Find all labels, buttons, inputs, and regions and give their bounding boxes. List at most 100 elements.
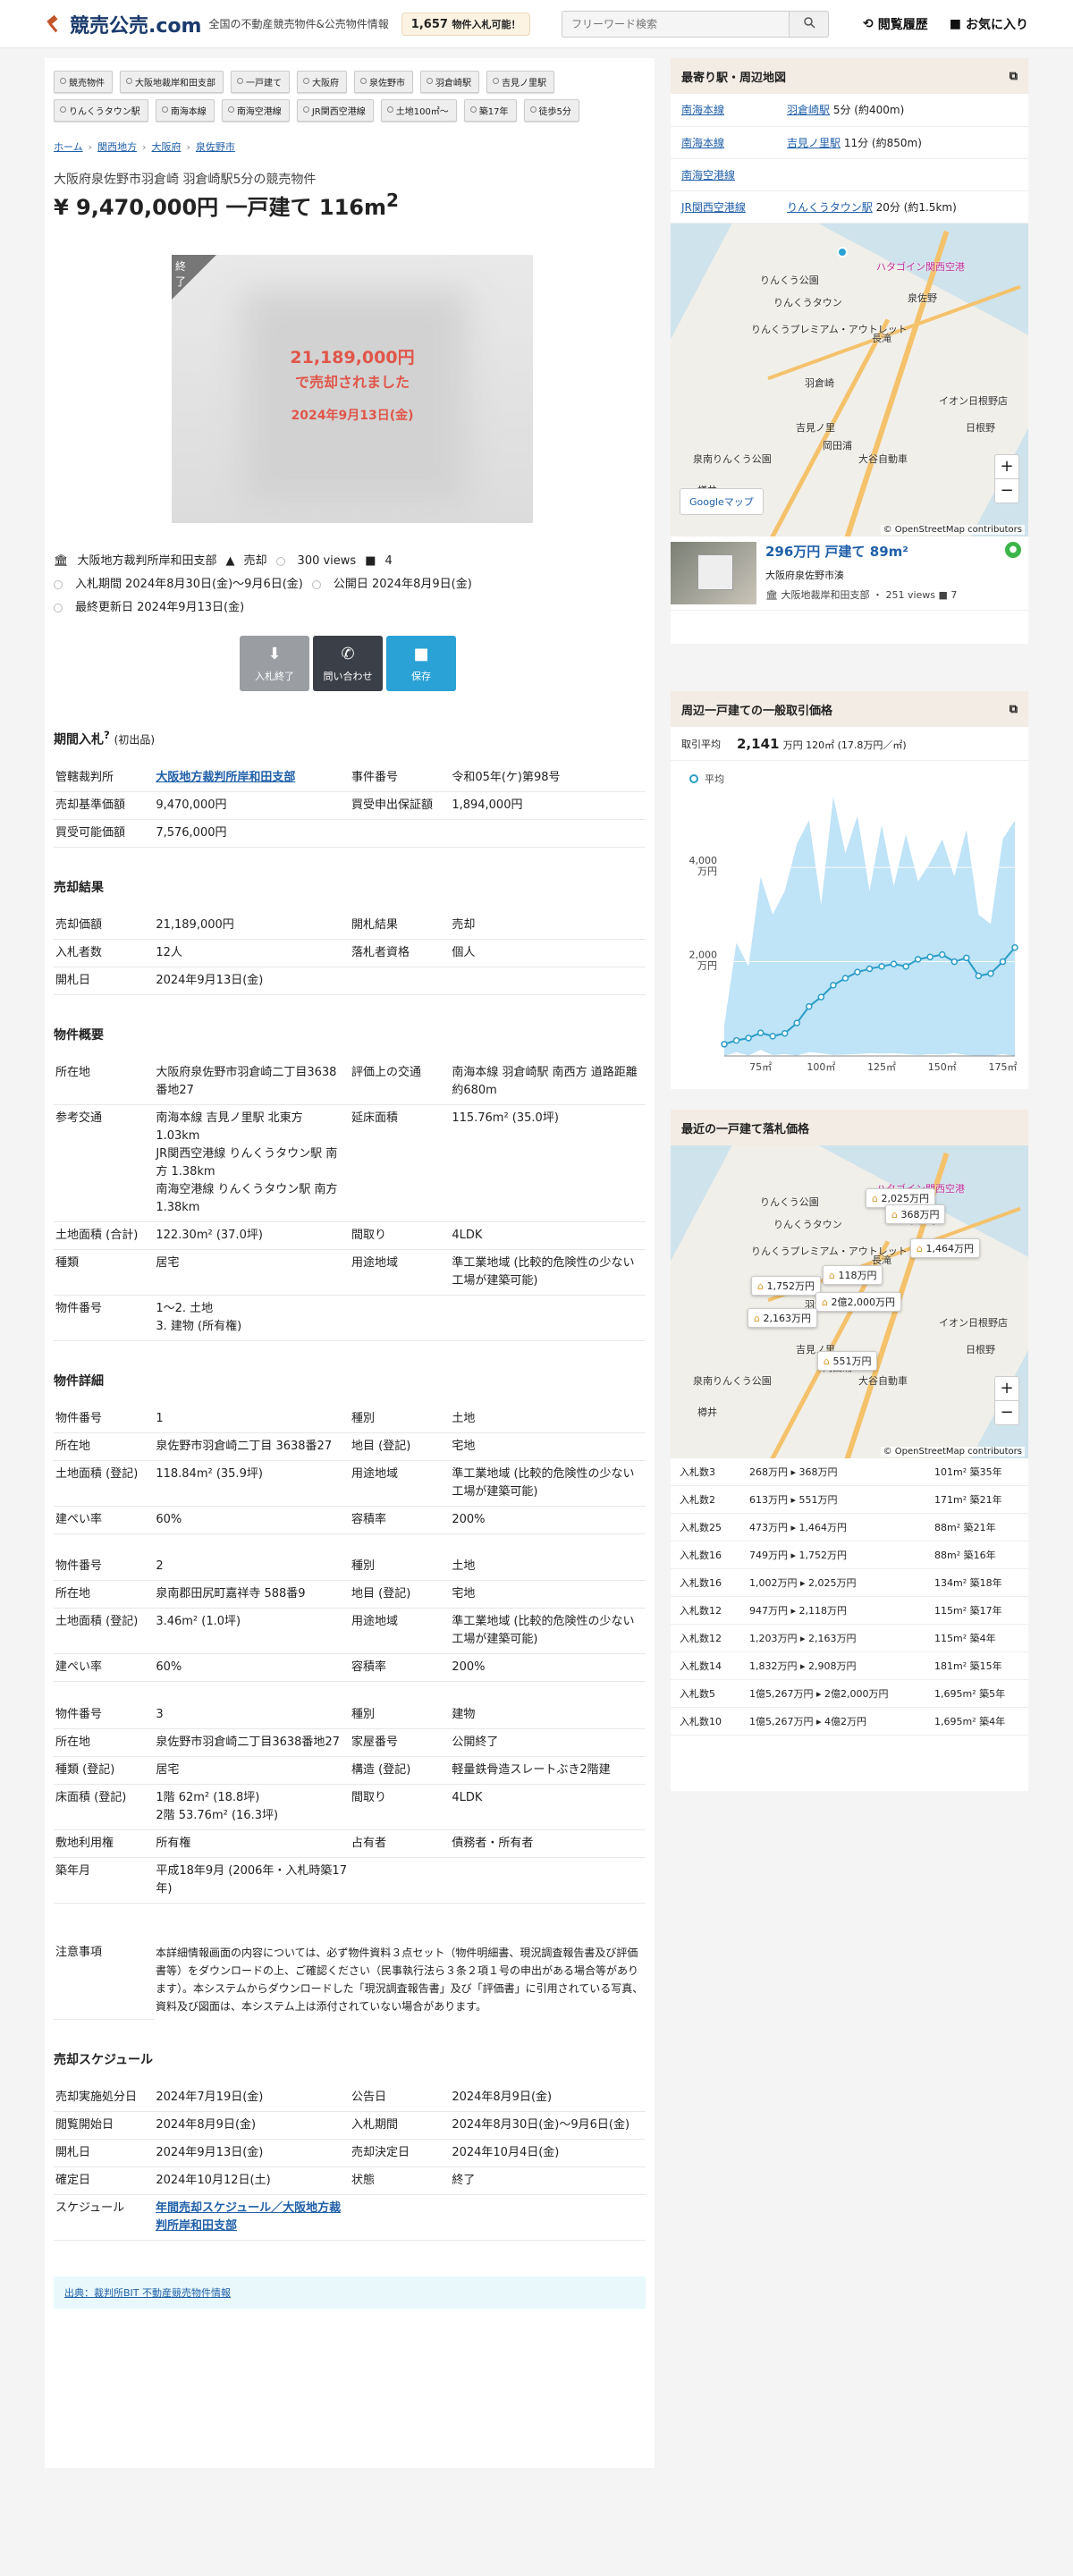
bid-count: 入札数16 xyxy=(671,1568,740,1597)
external-link-icon[interactable]: ⧉ xyxy=(1010,70,1018,83)
bid-ended-button[interactable]: ⬇ 入札終了 xyxy=(240,636,309,691)
station-link[interactable]: りんくうタウン駅 xyxy=(787,201,873,214)
avg-point[interactable] xyxy=(745,1035,752,1042)
tag-12[interactable]: 築17年 xyxy=(463,99,517,122)
bid-row[interactable]: 入札数16 1,002万円 ▸ 2,025万円 134m² 築18年 xyxy=(671,1568,1028,1597)
breadcrumb-home[interactable]: ホーム xyxy=(54,139,83,154)
price-pin[interactable]: ⌂ 1,464万円 xyxy=(910,1238,980,1258)
line-name[interactable]: 南海本線 xyxy=(671,94,778,127)
zoom-in-button[interactable]: + xyxy=(995,455,1018,479)
avg-point[interactable] xyxy=(914,956,922,963)
tag-10[interactable]: JR関西空港線 xyxy=(296,99,374,122)
avg-point[interactable] xyxy=(963,954,970,962)
avg-point[interactable] xyxy=(902,963,909,970)
line-name[interactable]: JR関西空港線 xyxy=(671,190,778,224)
result-table: 売却価額 21,189,000円 開札結果 売却 入札者数 12人 落札者資格 個人 開札日 20… xyxy=(54,911,646,995)
bid-row[interactable]: 入札数12 947万円 ▸ 2,118万円 115m² 築17年 xyxy=(671,1596,1028,1625)
avg-point[interactable] xyxy=(866,965,874,973)
avg-point[interactable] xyxy=(830,982,837,989)
tag-4[interactable]: 泉佐野市 xyxy=(354,71,413,93)
search-input[interactable] xyxy=(562,10,790,38)
bid-row[interactable]: 入札数10 1億5,267万円 ▸ 4億2万円 1,695m² 築4年 xyxy=(671,1707,1028,1736)
zoom-control[interactable]: + − xyxy=(994,1376,1019,1425)
google-map-button[interactable]: Googleマップ xyxy=(680,487,764,515)
zoom-out-button[interactable]: − xyxy=(995,1401,1018,1424)
bid-row[interactable]: 入札数2 613万円 ▸ 551万円 171m² 築21年 xyxy=(671,1485,1028,1514)
search-button[interactable] xyxy=(790,10,830,38)
save-button[interactable]: ■ 保存 xyxy=(386,636,456,691)
avg-point[interactable] xyxy=(806,1002,813,1010)
price-pin[interactable]: ⌂ 2億2,000万円 xyxy=(815,1292,901,1312)
avg-point[interactable] xyxy=(890,960,898,967)
station-link[interactable]: 吉見ノ里駅 xyxy=(787,137,841,149)
recent-map[interactable]: りんくう公園りんくうタウンりんくうプレミアム・アウトレット羽倉崎泉佐野吉見ノ里岡… xyxy=(671,1145,1028,1458)
avg-point[interactable] xyxy=(975,972,983,980)
nearby-card-title[interactable]: 296万円 戸建て 89m² xyxy=(765,542,957,561)
avg-point[interactable] xyxy=(781,1029,789,1037)
source-link[interactable]: 出典：裁判所BIT 不動産競売物件情報 xyxy=(64,2287,231,2299)
tag-13[interactable]: 徒歩5分 xyxy=(523,99,579,122)
avg-point[interactable] xyxy=(926,953,934,961)
external-link-icon[interactable]: ⧉ xyxy=(1010,703,1018,716)
avg-point[interactable] xyxy=(854,968,861,976)
schedule-link[interactable]: 年間売却スケジュール／大阪地方裁判所岸和田支部 xyxy=(156,2201,341,2233)
avg-point[interactable] xyxy=(999,958,1007,966)
tag-8[interactable]: 南海本線 xyxy=(155,99,215,122)
line-name[interactable]: 南海本線 xyxy=(671,126,778,159)
tag-5[interactable]: 羽倉崎駅 xyxy=(420,71,479,93)
price-chart[interactable]: 75㎡ 100㎡ 125㎡ 150㎡ 175㎡4,000万円2,000万円平均 xyxy=(671,761,1028,1083)
tag-9[interactable]: 南海空港線 xyxy=(221,99,290,122)
breadcrumb-city[interactable]: 泉佐野市 xyxy=(196,139,235,154)
contact-button[interactable]: ✆ 問い合わせ xyxy=(313,636,383,691)
bid-row[interactable]: 入札数5 1億5,267万円 ▸ 2億2,000万円 1,695m² 築5年 xyxy=(671,1679,1028,1708)
zoom-control[interactable]: + − xyxy=(994,453,1019,503)
price-pin[interactable]: ⌂ 551万円 xyxy=(817,1351,878,1371)
avg-point[interactable] xyxy=(841,975,849,982)
bid-row[interactable]: 入札数12 1,203万円 ▸ 2,163万円 115m² 築4年 xyxy=(671,1624,1028,1652)
price-pin[interactable]: ⌂ 2,163万円 xyxy=(748,1308,817,1328)
avg-point[interactable] xyxy=(732,1036,740,1044)
history-link[interactable]: ⟲ 閲覧履歴 xyxy=(863,15,928,33)
avg-point[interactable] xyxy=(1011,943,1018,951)
breadcrumb-region[interactable]: 関西地方 xyxy=(97,139,137,154)
avg-point[interactable] xyxy=(793,1019,800,1026)
tag-3[interactable]: 大阪府 xyxy=(297,71,347,93)
property-marker-icon[interactable] xyxy=(837,246,848,258)
property-photo[interactable]: 終了 21,189,000円 で売却されました 2024年9月13日(金) xyxy=(172,255,533,523)
bid-row[interactable]: 入札数3 268万円 ▸ 368万円 101m² 築35年 xyxy=(671,1458,1028,1486)
site-logo[interactable]: 競売公売.com xyxy=(45,10,201,38)
map-attribution[interactable]: © OpenStreetMap contributors xyxy=(880,1447,1025,1457)
bid-row[interactable]: 入札数25 473万円 ▸ 1,464万円 88m² 築21年 xyxy=(671,1513,1028,1541)
price-pin[interactable]: ⌂ 368万円 xyxy=(885,1204,946,1224)
tag-2[interactable]: 一戸建て xyxy=(231,71,290,93)
avg-point[interactable] xyxy=(950,958,959,966)
station-link[interactable]: 羽倉崎駅 xyxy=(787,104,830,116)
nearby-property-card[interactable]: 296万円 戸建て 89m² 大阪府泉佐野市湊 🏛 大阪地裁岸和田支部 ・ 25… xyxy=(671,536,1028,611)
avg-point[interactable] xyxy=(939,950,946,959)
tag-11[interactable]: 土地100㎡〜 xyxy=(380,99,457,122)
price-pin[interactable]: ⌂ 1,752万円 xyxy=(751,1276,821,1296)
map-attribution[interactable]: © OpenStreetMap contributors xyxy=(880,524,1025,535)
avg-point[interactable] xyxy=(817,993,825,1001)
bid-row[interactable]: 入札数16 749万円 ▸ 1,752万円 88m² 築16年 xyxy=(671,1541,1028,1569)
line-name[interactable]: 南海空港線 xyxy=(671,158,778,191)
court-link[interactable]: 大阪地方裁判所岸和田支部 xyxy=(156,771,295,784)
avg-point[interactable] xyxy=(721,1041,728,1048)
price-pin[interactable]: ⌂ 118万円 xyxy=(823,1265,883,1285)
help-icon[interactable]: ? xyxy=(104,729,110,741)
tag-6[interactable]: 吉見ノ里駅 xyxy=(486,71,554,93)
breadcrumb-prefecture[interactable]: 大阪府 xyxy=(151,139,181,154)
favorites-link[interactable]: ■ お気に入り xyxy=(950,15,1028,33)
zoom-in-button[interactable]: + xyxy=(995,1377,1018,1401)
avg-point[interactable] xyxy=(756,1029,765,1036)
row-key: 売却価額 xyxy=(54,911,155,940)
tag-7[interactable]: りんくうタウン駅 xyxy=(54,99,148,122)
bid-row[interactable]: 入札数14 1,832万円 ▸ 2,908万円 181m² 築15年 xyxy=(671,1651,1028,1680)
tag-0[interactable]: 競売物件 xyxy=(54,71,113,93)
avg-point[interactable] xyxy=(769,1033,776,1040)
zoom-out-button[interactable]: − xyxy=(995,479,1018,503)
avg-point[interactable] xyxy=(987,969,994,977)
tag-1[interactable]: 大阪地裁岸和田支部 xyxy=(120,71,224,93)
avg-point[interactable] xyxy=(878,963,885,970)
area-map[interactable]: りんくう公園 りんくうタウン りんくうプレミアム・アウトレット 羽倉崎 泉佐野 吉見ノ里岡… xyxy=(671,223,1028,536)
